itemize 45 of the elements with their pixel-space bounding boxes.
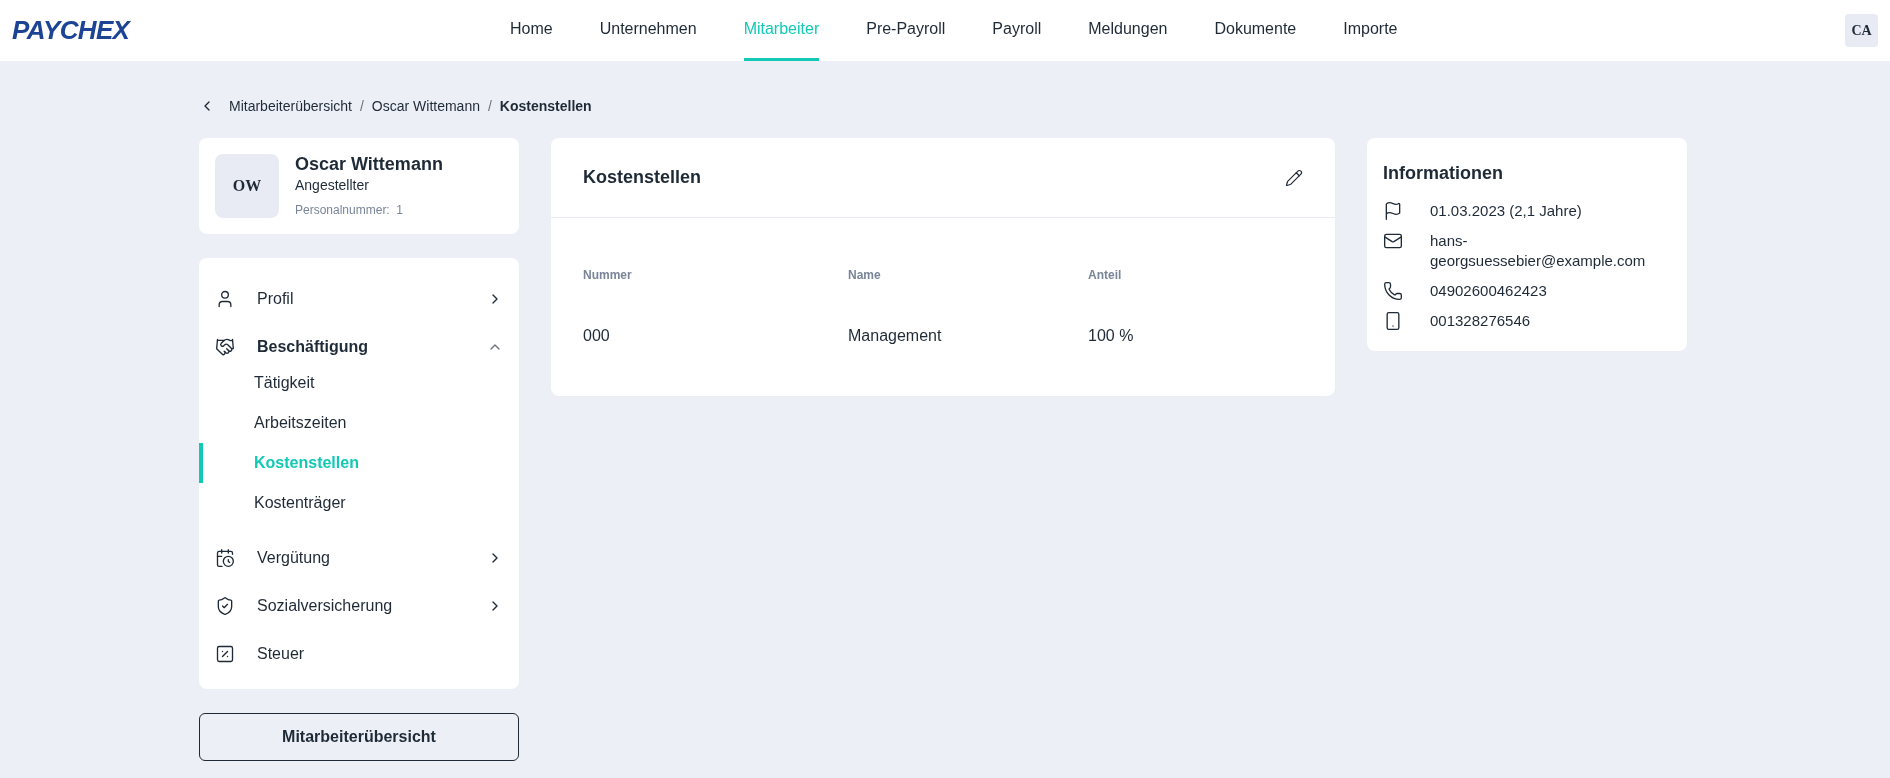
table-cell-text: Management	[848, 326, 943, 346]
sidebar-subitem[interactable]: Kostenträger	[199, 483, 519, 523]
nav-tab[interactable]: Pre-Payroll	[866, 0, 946, 61]
mail-icon	[1383, 231, 1403, 251]
sidebar-item[interactable]: Steuer	[199, 630, 519, 678]
flag-icon	[1383, 201, 1403, 221]
logo[interactable]: PAYCHEX	[12, 11, 510, 50]
phone-icon	[1383, 281, 1403, 301]
profile-avatar: OW	[215, 154, 279, 218]
user-avatar[interactable]: CA	[1845, 14, 1878, 47]
calendar-icon	[215, 548, 235, 568]
breadcrumb-separator: /	[359, 96, 364, 116]
nav-tab[interactable]: Importe	[1343, 0, 1398, 61]
card-title: Kostenstellen	[583, 166, 702, 189]
employee-name: Oscar Wittemann	[295, 153, 443, 175]
info-text: 001328276546	[1430, 311, 1532, 331]
info-title: Informationen	[1383, 162, 1504, 185]
nav-tab[interactable]: Unternehmen	[599, 0, 697, 61]
nav-tab[interactable]: Meldungen	[1088, 0, 1168, 61]
table-cell-text: 100 %	[1088, 326, 1135, 346]
sidebar-item[interactable]: Sozialversicherung	[199, 582, 519, 630]
employee-role: Angestellter	[295, 176, 370, 195]
breadcrumb-link[interactable]: Kostenstellen	[499, 95, 592, 117]
breadcrumb-separator: /	[487, 96, 492, 116]
column-header: Nummer	[583, 267, 633, 284]
sidebar-subitem[interactable]: Arbeitszeiten	[199, 403, 519, 443]
nav-tab[interactable]: Home	[510, 0, 553, 61]
sidebar-item[interactable]: Profil	[199, 275, 519, 323]
shield-icon	[215, 596, 235, 616]
column-header: Anteil	[1088, 267, 1123, 284]
info-text: 01.03.2023 (2,1 Jahre)	[1430, 201, 1583, 221]
info-text: 04902600462423	[1430, 281, 1548, 301]
breadcrumb-link[interactable]: Mitarbeiterübersicht	[229, 95, 352, 117]
nav-tab[interactable]: Dokumente	[1214, 0, 1297, 61]
percent-icon	[215, 644, 235, 664]
column-header: Name	[848, 267, 882, 284]
personnel-number: Personalnummer: 1	[295, 202, 405, 219]
edit-icon[interactable]	[1285, 168, 1303, 187]
info-text: hans-georgsuessebier@example.com	[1430, 231, 1647, 271]
table-cell-text: 000	[583, 326, 611, 346]
handshake-icon	[215, 337, 235, 357]
overview-button[interactable]: Mitarbeiterübersicht	[199, 713, 519, 761]
breadcrumb-link[interactable]: Oscar Wittemann	[371, 95, 480, 117]
sidebar-item[interactable]: Vergütung	[199, 534, 519, 582]
nav-tab[interactable]: Payroll	[992, 0, 1042, 61]
